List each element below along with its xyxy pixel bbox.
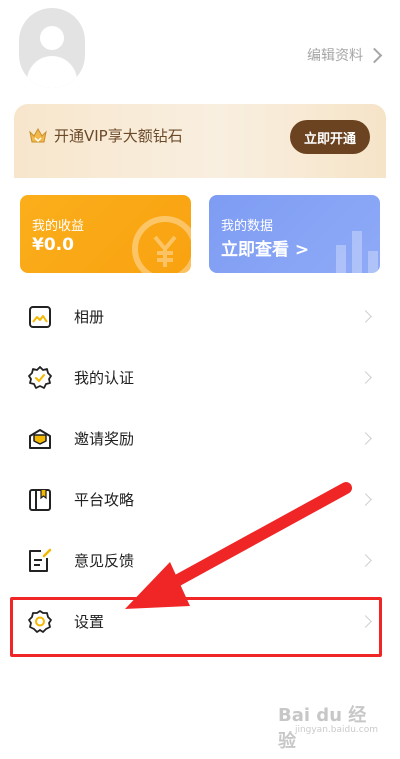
menu-item-feedback[interactable]: 意见反馈	[0, 531, 400, 592]
chevron-right-icon	[366, 47, 383, 63]
menu-item-invite-reward[interactable]: 邀请奖励	[0, 409, 400, 470]
menu-list: 相册 我的认证 邀请奖励 平台攻略 意见反馈 设置	[0, 287, 400, 653]
menu-item-album[interactable]: 相册	[0, 287, 400, 348]
menu-item-label: 邀请奖励	[74, 430, 135, 448]
chevron-right-icon	[359, 493, 372, 506]
gear-icon	[28, 610, 52, 633]
guide-book-icon	[29, 489, 51, 511]
menu-item-settings[interactable]: 设置	[0, 592, 400, 653]
data-card-value: 立即查看 >	[221, 240, 310, 260]
avatar-body	[27, 56, 77, 88]
chevron-right-icon	[359, 371, 372, 384]
chevron-right-icon	[359, 554, 372, 567]
invite-reward-icon	[29, 429, 51, 449]
edit-profile-link[interactable]: 编辑资料	[307, 44, 383, 66]
data-card-title: 我的数据	[221, 219, 274, 234]
yuan-coin-icon	[132, 216, 191, 273]
chevron-right-icon	[359, 310, 372, 323]
income-card[interactable]: 我的收益 ¥0.0	[20, 195, 191, 273]
edit-profile-label: 编辑资料	[307, 48, 363, 64]
income-card-value: ¥0.0	[32, 235, 74, 255]
menu-item-verification[interactable]: 我的认证	[0, 348, 400, 409]
verified-badge-icon	[28, 366, 52, 389]
chevron-right-icon	[359, 432, 372, 445]
menu-item-label: 平台攻略	[74, 491, 135, 509]
vip-banner[interactable]: 开通VIP享大额钻石 立即开通	[14, 104, 386, 178]
feedback-icon	[29, 548, 52, 572]
menu-item-label: 相册	[74, 308, 105, 326]
profile-header: 编辑资料	[0, 0, 400, 100]
baidu-watermark: Bai du 经验 jingyan.baidu.com	[278, 701, 378, 752]
menu-item-label: 我的认证	[74, 369, 135, 387]
watermark-url: jingyan.baidu.com	[294, 725, 378, 735]
data-card[interactable]: 我的数据 立即查看 >	[209, 195, 380, 273]
vip-promo-text: 开通VIP享大额钻石	[54, 127, 183, 145]
open-vip-button[interactable]: 立即开通	[290, 120, 370, 154]
crown-icon	[29, 127, 47, 143]
avatar-head	[40, 26, 64, 50]
menu-item-label: 设置	[74, 613, 105, 631]
avatar[interactable]	[19, 8, 85, 88]
menu-item-guide[interactable]: 平台攻略	[0, 470, 400, 531]
menu-item-label: 意见反馈	[74, 552, 135, 570]
bar-chart-icon	[336, 231, 378, 273]
chevron-right-icon	[359, 615, 372, 628]
income-card-title: 我的收益	[32, 219, 85, 234]
photo-album-icon	[29, 306, 51, 328]
